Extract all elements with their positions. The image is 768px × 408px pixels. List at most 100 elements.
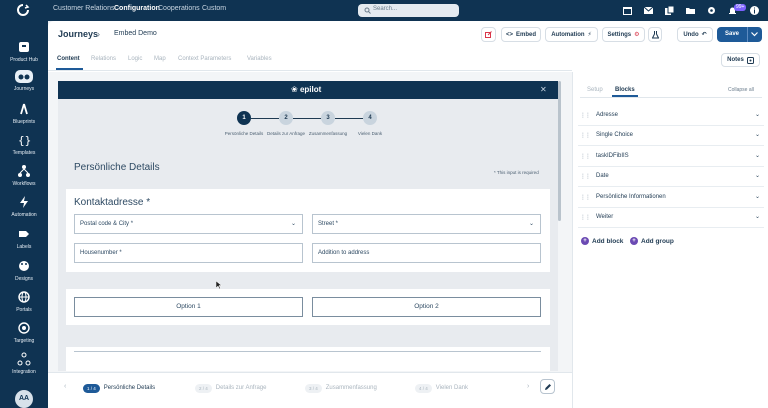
sidebar-item-portals[interactable]: Portals xyxy=(0,290,48,313)
settings-label: Settings xyxy=(607,31,632,38)
block-row-date[interactable]: ⋮⋮ Date ⌄ xyxy=(578,167,764,187)
drag-handle-icon[interactable]: ⋮⋮ xyxy=(580,214,591,221)
drag-handle-icon[interactable]: ⋮⋮ xyxy=(580,173,591,180)
tab-setup[interactable]: Setup xyxy=(587,87,603,93)
step-label: Details zur Anfrage xyxy=(215,385,267,391)
edit-button[interactable] xyxy=(540,379,555,394)
flask-button[interactable] xyxy=(648,27,662,42)
copy-icon[interactable] xyxy=(664,5,675,16)
block-row-persoenliche-informationen[interactable]: ⋮⋮ Persönliche Informationen ⌄ xyxy=(578,188,764,208)
nav-custom[interactable]: Custom xyxy=(202,5,226,12)
addition-input[interactable]: Addition to address xyxy=(312,243,541,263)
avatar[interactable]: AA xyxy=(15,390,33,408)
drag-handle-icon[interactable]: ⋮⋮ xyxy=(580,132,591,139)
option-1-button[interactable]: Option 1 xyxy=(74,297,303,317)
nav-configuration[interactable]: Configuration xyxy=(114,5,160,12)
chevron-down-icon[interactable]: ⌄ xyxy=(755,172,760,179)
tab-blocks[interactable]: Blocks xyxy=(615,87,635,93)
sidebar-item-integration[interactable]: Integration xyxy=(0,352,48,375)
step-label: Zusammenfassung xyxy=(325,385,377,391)
drag-handle-icon[interactable]: ⋮⋮ xyxy=(580,112,591,119)
chevron-down-icon[interactable]: ⌄ xyxy=(755,131,760,138)
close-icon[interactable]: ✕ xyxy=(540,85,547,94)
add-block-label: Add block xyxy=(592,237,624,245)
tab-logic[interactable]: Logic xyxy=(128,56,142,62)
app-logo-icon[interactable] xyxy=(16,3,30,17)
bolt-icon: ⚡ xyxy=(587,32,592,38)
sidebar-item-automation[interactable]: Automation xyxy=(0,195,48,218)
folder-icon[interactable] xyxy=(685,5,696,16)
calendar-icon[interactable] xyxy=(622,5,633,16)
drag-handle-icon[interactable]: ⋮⋮ xyxy=(580,153,591,160)
block-row-adresse[interactable]: ⋮⋮ Adresse ⌄ xyxy=(578,106,764,126)
nav-customer-relations[interactable]: Customer Relations xyxy=(53,5,114,12)
block-row-weiter[interactable]: ⋮⋮ Weiter ⌄ xyxy=(578,208,764,228)
collapse-all-button[interactable]: Collapse all xyxy=(728,87,754,93)
sidebar-item-label: Templates xyxy=(12,150,36,156)
step-circle-4[interactable]: 4 xyxy=(363,111,377,125)
sidebar-item-labels[interactable]: Labels xyxy=(0,227,48,250)
step-number: 1 / 4 xyxy=(83,383,100,393)
sidebar-item-label: Portals xyxy=(16,307,32,313)
step-circle-1[interactable]: 1 xyxy=(237,111,251,125)
notes-button[interactable]: Notes xyxy=(721,53,760,67)
field-label: Postal code & City * xyxy=(80,221,134,227)
undo-button[interactable]: Undo ↶ xyxy=(677,27,713,42)
chevron-down-icon[interactable]: ⌄ xyxy=(755,193,760,200)
sidebar-item-label: Labels xyxy=(16,244,32,250)
settings-button[interactable]: Settings ⚙ xyxy=(602,27,645,42)
preview-scrollbar[interactable] xyxy=(558,81,561,221)
blueprint-icon xyxy=(20,103,28,115)
add-group-button[interactable]: + Add group xyxy=(630,237,674,245)
block-row-single-choice[interactable]: ⋮⋮ Single Choice ⌄ xyxy=(578,126,764,146)
info-icon[interactable] xyxy=(749,5,760,16)
sidebar-item-workflows[interactable]: Workflows xyxy=(0,164,48,187)
sidebar-item-templates[interactable]: {} Templates xyxy=(0,133,48,156)
search-input[interactable]: Search... xyxy=(358,4,459,17)
stepper-line xyxy=(251,118,279,119)
journey-name: Embed Demo xyxy=(114,30,157,37)
gear-icon[interactable] xyxy=(706,5,717,16)
step-circle-3[interactable]: 3 xyxy=(321,111,335,125)
sidebar-item-product-hub[interactable]: Product Hub xyxy=(0,40,48,63)
tab-content[interactable]: Content xyxy=(57,56,80,62)
divider xyxy=(580,97,762,98)
tab-variables[interactable]: Variables xyxy=(247,56,272,62)
step-circle-2[interactable]: 2 xyxy=(279,111,293,125)
housenumber-input[interactable]: Housenumber * xyxy=(74,243,303,263)
embed-button[interactable]: <> Embed xyxy=(501,27,541,42)
sidebar-item-journeys[interactable]: Journeys xyxy=(0,70,48,92)
bottom-step-1[interactable]: 1 / 4 Persönliche Details xyxy=(83,383,155,393)
sidebar-item-targeting[interactable]: Targeting xyxy=(0,321,48,344)
street-select[interactable]: Street * ⌄ xyxy=(312,214,541,234)
save-button[interactable]: Save xyxy=(717,27,762,42)
block-row-task[interactable]: ⋮⋮ taskIDFibIIS ⌄ xyxy=(578,147,764,167)
tab-map[interactable]: Map xyxy=(154,56,166,62)
active-tab-indicator xyxy=(56,68,83,70)
sidebar-item-label: Blueprints xyxy=(12,119,36,125)
bottom-step-2[interactable]: 2 / 4 Details zur Anfrage xyxy=(195,383,266,393)
postal-code-city-select[interactable]: Postal code & City * ⌄ xyxy=(74,214,303,234)
chevron-down-icon[interactable]: ⌄ xyxy=(755,152,760,159)
sidebar-item-designs[interactable]: Designs xyxy=(0,259,48,282)
bottom-step-4[interactable]: 4 / 4 Vielen Dank xyxy=(415,383,468,393)
drag-handle-icon[interactable]: ⋮⋮ xyxy=(580,194,591,201)
chevron-right-icon[interactable]: › xyxy=(527,383,529,390)
mail-icon[interactable] xyxy=(643,5,654,16)
chevron-down-icon[interactable]: ⌄ xyxy=(755,111,760,118)
chevron-left-icon[interactable]: ‹ xyxy=(64,383,66,390)
add-block-button[interactable]: + Add block xyxy=(581,237,623,245)
bottom-step-3[interactable]: 3 / 4 Zusammenfassung xyxy=(305,383,377,393)
option-2-button[interactable]: Option 2 xyxy=(312,297,541,317)
tab-relations[interactable]: Relations xyxy=(91,56,116,62)
logo-text: epilot xyxy=(299,85,322,94)
automation-button[interactable]: Automation ⚡ xyxy=(545,27,598,42)
open-external-button[interactable] xyxy=(481,27,496,42)
sidebar-item-blueprints[interactable]: Blueprints xyxy=(0,102,48,125)
step-number: 2 / 4 xyxy=(195,383,212,393)
nav-cooperations[interactable]: Cooperations xyxy=(158,5,200,12)
block-label: Weiter xyxy=(596,214,614,220)
chevron-down-icon[interactable]: ⌄ xyxy=(755,213,760,220)
chevron-down-icon[interactable] xyxy=(751,32,758,37)
tab-context-parameters[interactable]: Context Parameters xyxy=(178,56,231,62)
